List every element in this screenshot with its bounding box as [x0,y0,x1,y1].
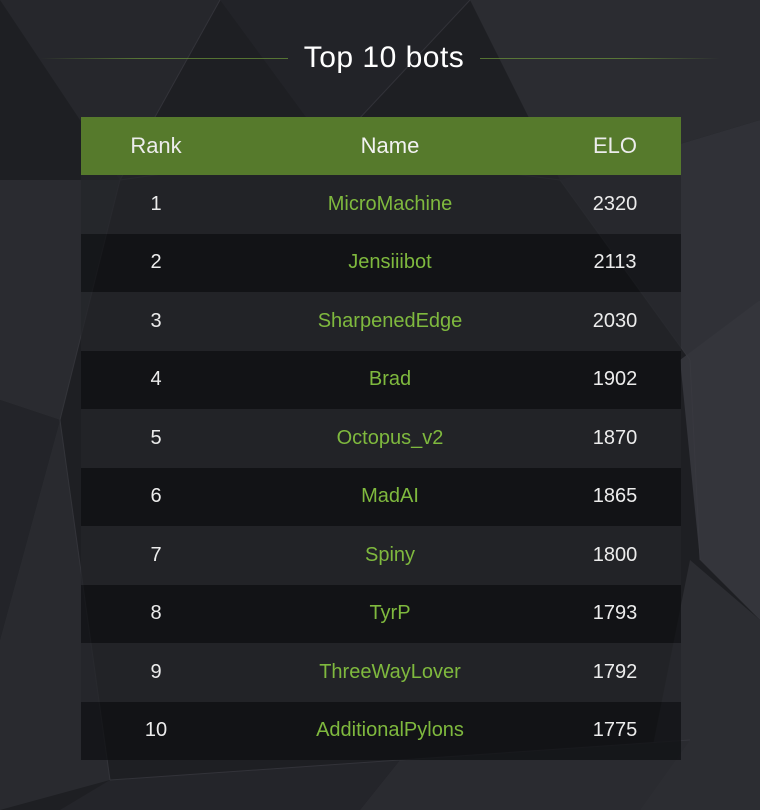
rank-cell: 8 [150,602,162,625]
rank-cell: 4 [150,368,162,391]
rank-cell: 6 [150,485,162,508]
rank-cell: 5 [150,426,162,449]
leaderboard-table: Rank Name ELO 1 MicroMachine 2320 2 Jens… [81,117,681,760]
table-row: 10 AdditionalPylons 1775 [81,701,681,760]
column-header-rank: Rank [130,133,182,158]
elo-cell: 1902 [592,368,638,391]
table-header: Rank Name ELO [81,117,681,175]
table-row: 4 Brad 1902 [81,350,681,409]
elo-cell: 1865 [592,485,638,508]
table-row: 3 SharpenedEdge 2030 [81,292,681,351]
elo-cell: 1800 [592,543,638,566]
table-row: 1 MicroMachine 2320 [81,175,681,234]
bot-name-link[interactable]: Brad [231,368,549,391]
column-header-name: Name [360,133,420,158]
bot-name-link[interactable]: ThreeWayLover [231,661,549,684]
rank-cell: 2 [150,251,162,274]
bot-name-link[interactable]: Octopus_v2 [231,427,549,450]
table-row: 6 MadAI 1865 [81,467,681,526]
elo-cell: 1792 [592,660,638,683]
bot-name-link[interactable]: Spiny [231,544,549,567]
table-row: 5 Octopus_v2 1870 [81,409,681,468]
table-row: 2 Jensiiibot 2113 [81,233,681,292]
rank-cell: 7 [150,543,162,566]
bot-name-link[interactable]: MicroMachine [231,193,549,216]
elo-cell: 1870 [592,426,638,449]
elo-cell: 2113 [593,251,637,274]
bot-name-link[interactable]: SharpenedEdge [231,310,549,333]
table-row: 9 ThreeWayLover 1792 [81,643,681,702]
rank-cell: 3 [150,309,162,332]
bot-name-link[interactable]: MadAI [231,485,549,508]
table-row: 8 TyrP 1793 [81,584,681,643]
elo-cell: 2320 [592,192,638,215]
rank-cell: 1 [150,192,162,215]
rank-cell: 10 [144,719,168,742]
table-row: 7 Spiny 1800 [81,526,681,585]
bot-name-link[interactable]: AdditionalPylons [231,719,549,742]
elo-cell: 1775 [592,719,638,742]
title-divider-right [480,57,721,59]
bot-name-link[interactable]: TyrP [231,602,549,625]
page-title: Top 10 bots [303,41,465,74]
elo-cell: 1793 [592,602,638,625]
title-divider-left [39,57,288,59]
column-header-elo: ELO [592,133,638,158]
elo-cell: 2030 [592,309,638,332]
page-header: Top 10 bots [0,30,760,86]
rank-cell: 9 [150,660,162,683]
bot-name-link[interactable]: Jensiiibot [231,251,549,274]
